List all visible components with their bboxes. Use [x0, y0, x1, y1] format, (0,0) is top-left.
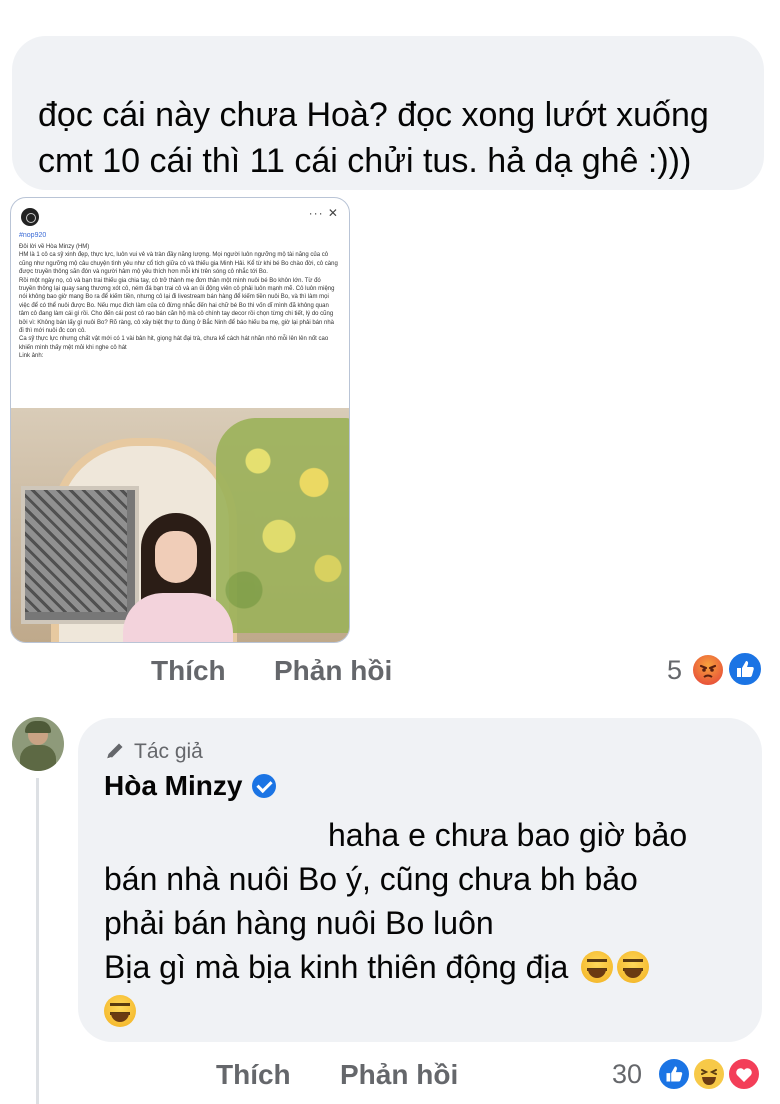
flowers [216, 418, 349, 633]
reply-line-2: bán nhà nuôi Bo ý, cũng chưa bh bảo [104, 861, 638, 897]
reaction-count[interactable]: 5 [667, 655, 682, 686]
reply-line-4: Bịa gì mà bịa kinh thiên động địa [104, 949, 569, 985]
grinning-squinting-emoji [617, 951, 650, 983]
pencil-icon [106, 743, 123, 760]
comment-bubble: đọc cái này chưa Hoà? đọc xong lướt xuốn… [12, 36, 764, 190]
attachment-photo [11, 408, 349, 642]
angry-reaction-icon[interactable] [691, 653, 725, 687]
attachment-menu-glyphs: ··· ✕ [308, 206, 339, 220]
verified-badge-icon [252, 774, 277, 798]
reply-author-name[interactable]: Hòa Minzy [104, 770, 277, 802]
reply-bubble: Tác giả Hòa Minzy haha e chưa bao giờ bả… [78, 718, 762, 1042]
reply-line-1: haha e chưa bao giờ bảo [328, 817, 688, 853]
person [123, 513, 233, 642]
like-button[interactable]: Thích [151, 655, 226, 687]
attachment-hashtag: #nop920 [19, 232, 47, 239]
reply-text: haha e chưa bao giờ bảo bán nhà nuôi Bo … [104, 813, 744, 1033]
reply-button[interactable]: Phản hồi [274, 655, 392, 687]
reply-like-button[interactable]: Thích [216, 1059, 291, 1091]
grinning-squinting-emoji [104, 995, 136, 1027]
comment-attachment-image[interactable]: ··· ✕ #nop920 Đôi lời về Hòa Minzy (HM) … [10, 197, 350, 643]
reply-reaction-count[interactable]: 30 [612, 1059, 642, 1090]
love-reaction-icon[interactable] [727, 1057, 761, 1091]
grinning-squinting-emoji [581, 951, 614, 983]
like-reaction-icon[interactable] [727, 651, 763, 687]
reply-reply-button[interactable]: Phản hồi [340, 1059, 458, 1091]
like-reaction-icon[interactable] [657, 1057, 691, 1091]
reply-author-avatar[interactable] [12, 717, 64, 771]
attachment-avatar [21, 208, 39, 226]
haha-reaction-icon[interactable] [692, 1057, 726, 1091]
comment-text: đọc cái này chưa Hoà? đọc xong lướt xuốn… [38, 96, 709, 180]
thread-line [36, 778, 39, 1104]
reply-line-3: phải bán hàng nuôi Bo luôn [104, 905, 494, 941]
attachment-body-text: Đôi lời về Hòa Minzy (HM) HM là 1 cô ca … [19, 244, 338, 360]
author-name-text[interactable]: Hòa Minzy [104, 770, 242, 801]
author-badge-label: Tác giả [134, 740, 203, 763]
author-badge: Tác giả [104, 740, 203, 764]
